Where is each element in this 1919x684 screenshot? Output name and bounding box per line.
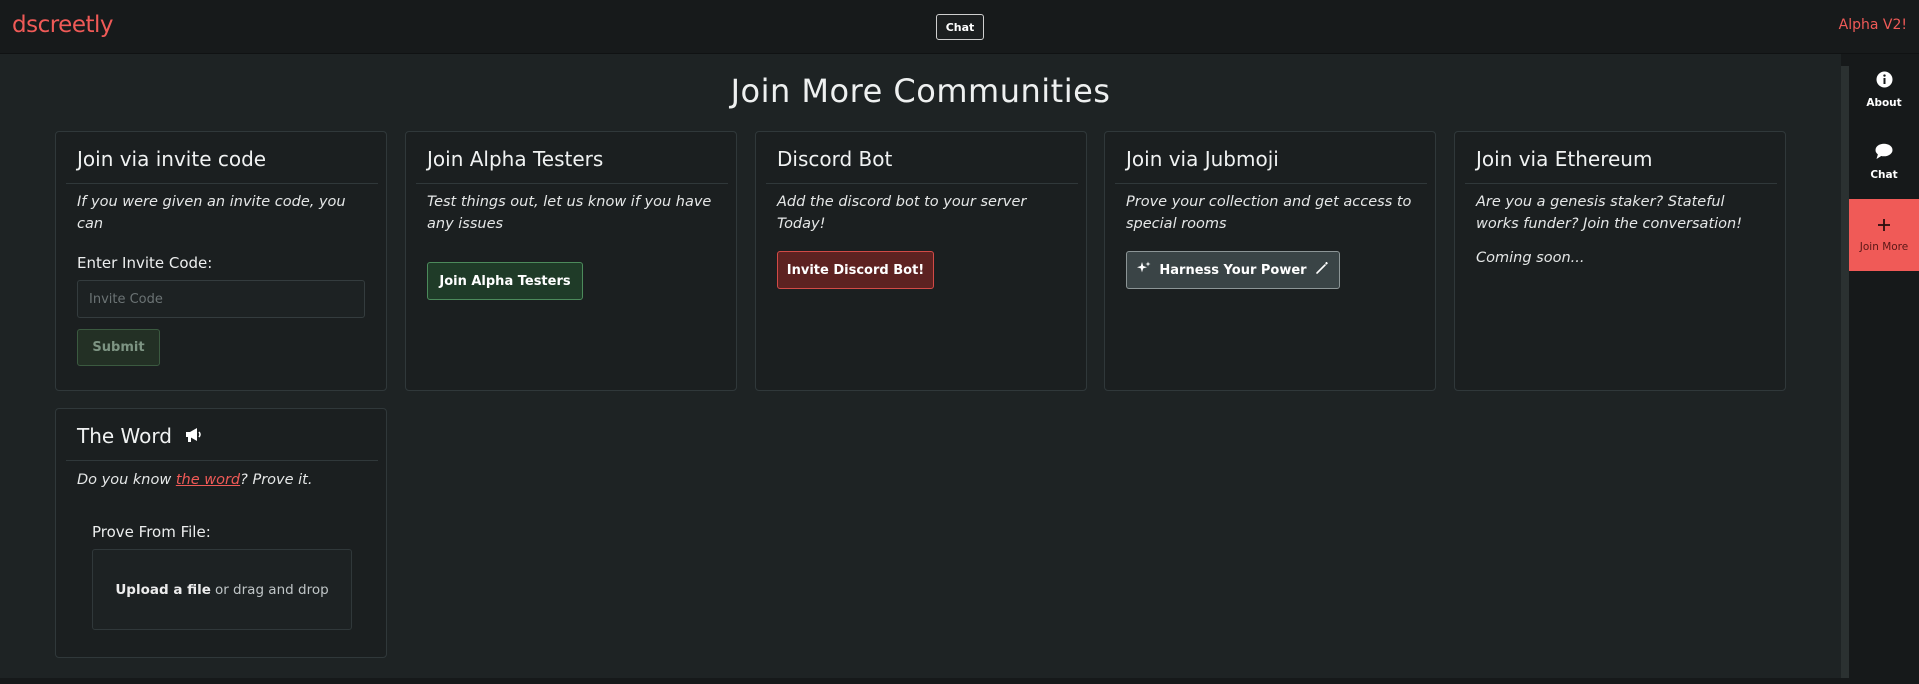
divider: [416, 183, 728, 184]
prove-from-file-label: Prove From File:: [92, 523, 211, 541]
ethereum-card: Join via Ethereum Are you a genesis stak…: [1454, 131, 1786, 391]
app-logo[interactable]: dscreetly: [12, 12, 114, 38]
sparkles-icon: [1137, 261, 1151, 279]
main-content: Join More Communities Join via invite co…: [0, 54, 1841, 678]
nav-about[interactable]: About: [1849, 54, 1919, 126]
divider: [1465, 183, 1777, 184]
harness-your-power-button[interactable]: Harness Your Power: [1126, 251, 1340, 289]
desc-text: Do you know: [77, 472, 176, 488]
card-description: Are you a genesis staker? Stateful works…: [1476, 194, 1743, 232]
card-description: Add the discord bot to your server Today…: [777, 194, 1027, 232]
scrollbar[interactable]: [1841, 66, 1849, 678]
invite-code-label: Enter Invite Code:: [77, 254, 213, 272]
page-title: Join More Communities: [730, 72, 1111, 110]
megaphone-icon: [184, 424, 202, 448]
card-description: Test things out, let us know if you have…: [427, 194, 712, 232]
card-description: If you were given an invite code, you ca…: [77, 194, 346, 232]
the-word-link[interactable]: the word: [176, 472, 240, 488]
right-nav: About Chat Join More: [1849, 54, 1919, 684]
file-dropzone[interactable]: Upload a file or drag and drop: [92, 549, 352, 630]
coming-soon-text: Coming soon...: [1476, 250, 1585, 266]
card-title: Join via Jubmoji: [1126, 147, 1279, 171]
top-bar: dscreetly Chat Alpha V2!: [0, 0, 1919, 54]
invite-code-card: Join via invite code If you were given a…: [55, 131, 387, 391]
nav-join-more-label: Join More: [1859, 240, 1909, 253]
card-title: Join via invite code: [77, 147, 267, 171]
card-title-row: The Word: [77, 424, 202, 448]
divider: [66, 460, 378, 461]
invite-discord-bot-button[interactable]: Invite Discord Bot!: [777, 251, 934, 289]
alpha-testers-card: Join Alpha Testers Test things out, let …: [405, 131, 737, 391]
plus-icon: [1877, 218, 1891, 235]
divider: [766, 183, 1078, 184]
divider: [66, 183, 378, 184]
desc-text: ? Prove it.: [240, 472, 313, 488]
card-title: Join Alpha Testers: [427, 147, 604, 171]
magic-wand-icon: [1315, 261, 1329, 279]
drag-drop-text: or drag and drop: [214, 581, 329, 598]
info-icon: [1876, 71, 1893, 91]
card-description: Prove your collection and get access to …: [1126, 194, 1412, 232]
card-title: Join via Ethereum: [1476, 147, 1653, 171]
card-title: The Word: [77, 424, 172, 448]
nav-chat[interactable]: Chat: [1849, 126, 1919, 198]
version-label: Alpha V2!: [1838, 17, 1907, 33]
join-alpha-testers-button[interactable]: Join Alpha Testers: [427, 262, 583, 300]
discord-bot-card: Discord Bot Add the discord bot to your …: [755, 131, 1087, 391]
submit-button[interactable]: Submit: [77, 329, 160, 366]
bottom-edge: [0, 678, 1841, 684]
nav-chat-label: Chat: [1870, 169, 1898, 181]
card-title: Discord Bot: [777, 147, 893, 171]
button-label: Harness Your Power: [1159, 262, 1307, 278]
the-word-card: The Word Do you know the word? Prove it.…: [55, 408, 387, 658]
jubmoji-card: Join via Jubmoji Prove your collection a…: [1104, 131, 1436, 391]
nav-about-label: About: [1866, 97, 1902, 109]
nav-join-more[interactable]: Join More: [1849, 199, 1919, 271]
card-description: Do you know the word? Prove it.: [77, 469, 368, 491]
chat-bubble-icon: [1875, 143, 1893, 163]
upload-file-link[interactable]: Upload a file: [115, 582, 211, 598]
invite-code-input[interactable]: [77, 280, 365, 318]
divider: [1115, 183, 1427, 184]
top-chat-button[interactable]: Chat: [936, 14, 984, 40]
